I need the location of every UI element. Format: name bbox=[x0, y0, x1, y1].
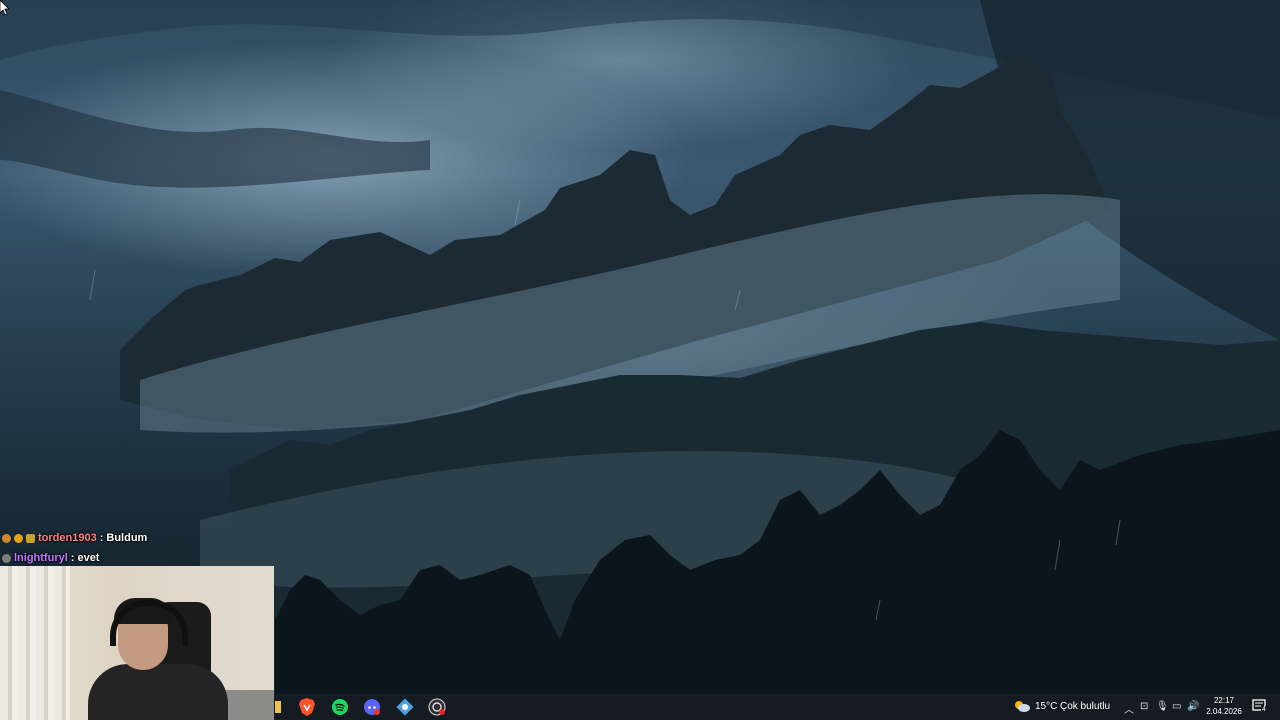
chat-message: lnightfuryl : evet bbox=[2, 548, 147, 568]
network-icon[interactable]: ▭ bbox=[1172, 701, 1181, 712]
chat-separator: : bbox=[99, 532, 104, 544]
spotify-icon[interactable] bbox=[331, 698, 349, 716]
stream-chat-overlay: torden1903 : Buldum lnightfuryl : evet bbox=[2, 528, 147, 568]
clock-date: 2.04.2026 bbox=[1206, 707, 1242, 716]
notification-count: 4 bbox=[1261, 706, 1267, 713]
badge-icon bbox=[2, 553, 11, 563]
obs-icon[interactable] bbox=[428, 698, 446, 716]
microphone-icon[interactable]: 🎙 bbox=[1156, 701, 1169, 712]
badge-icon bbox=[14, 533, 23, 543]
weather-temperature[interactable]: 15°C bbox=[1035, 701, 1057, 712]
discord-icon[interactable] bbox=[363, 698, 381, 716]
volume-icon[interactable]: 🔊 bbox=[1187, 701, 1199, 712]
background-curtain bbox=[0, 566, 70, 720]
chat-text: evet bbox=[77, 552, 100, 564]
app-icon[interactable] bbox=[396, 698, 414, 716]
system-clock[interactable]: 22:17 2.04.2026 bbox=[1203, 695, 1245, 719]
badge-icon bbox=[2, 533, 11, 543]
streamer-body bbox=[88, 664, 228, 720]
chat-separator: : bbox=[70, 552, 75, 564]
chat-username: torden1903 bbox=[38, 532, 97, 544]
weather-icon[interactable] bbox=[1013, 699, 1031, 713]
chat-text: Buldum bbox=[106, 532, 148, 544]
webcam-overlay bbox=[0, 566, 274, 720]
mouse-cursor-icon bbox=[0, 0, 10, 16]
weather-condition[interactable]: Çok bulutlu bbox=[1060, 701, 1110, 712]
chevron-up-icon[interactable]: ︿ bbox=[1124, 701, 1134, 716]
file-explorer-icon[interactable] bbox=[274, 698, 282, 716]
brave-browser-icon[interactable] bbox=[298, 698, 316, 716]
clock-time: 22:17 bbox=[1213, 696, 1235, 705]
notification-center-button[interactable]: 4 bbox=[1252, 699, 1268, 715]
badge-icon bbox=[26, 533, 35, 543]
chat-message: torden1903 : Buldum bbox=[2, 528, 147, 548]
camera-icon[interactable]: ⊡ bbox=[1140, 701, 1148, 712]
chat-username: lnightfuryl bbox=[14, 552, 68, 564]
